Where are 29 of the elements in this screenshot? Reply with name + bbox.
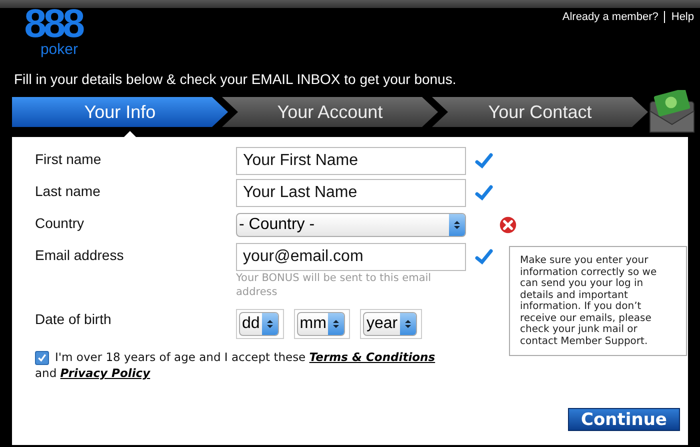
text-field[interactable]: Your Last Name	[236, 179, 466, 207]
agreement-text: and Privacy Policy	[35, 365, 150, 381]
step-tab[interactable]: Your Account	[222, 97, 438, 127]
privacy-link[interactable]: Privacy Policy	[60, 366, 150, 380]
agreement-text: I'm over 18 years of age and I accept these Terms & Conditions	[55, 349, 436, 365]
logo-number: 888	[24, 6, 82, 42]
info-tooltip: Make sure you enter your information correctly so we can send you your log in details and important information. If you don’t receive our emails, please check your junk mail or contact Member Support.	[509, 246, 687, 356]
field-label: Date of birth	[35, 310, 112, 329]
step-tab[interactable]: Your Contact	[432, 97, 648, 127]
field-label: Email address	[35, 246, 125, 265]
logo-word: poker	[40, 42, 78, 58]
agree-checkbox[interactable]	[35, 351, 49, 365]
continue-button[interactable]: Continue	[568, 408, 680, 431]
hint-text: Your BONUS will be sent to this email address	[236, 271, 432, 299]
date-dropdown[interactable]: mm	[296, 312, 346, 336]
date-dropdown[interactable]: dd	[239, 312, 279, 336]
terms-link[interactable]: Terms & Conditions	[309, 350, 436, 364]
country-dropdown[interactable]: - Country -	[236, 213, 466, 237]
header-link[interactable]: Already a member?	[562, 11, 658, 23]
date-dropdown[interactable]: year	[363, 312, 417, 336]
header-link[interactable]: Help	[671, 11, 694, 23]
step-tab[interactable]: Your Info	[12, 97, 228, 127]
text-field[interactable]: your@email.com	[236, 243, 466, 271]
field-label: Last name	[35, 182, 102, 201]
field-label: Country	[35, 214, 86, 233]
text-field[interactable]: Your First Name	[236, 147, 466, 175]
instruction-text: Fill in your details below & check your EMAIL INBOX to get your bonus.	[13, 71, 458, 89]
money-envelope-icon	[648, 90, 696, 134]
field-label: First name	[35, 150, 102, 169]
